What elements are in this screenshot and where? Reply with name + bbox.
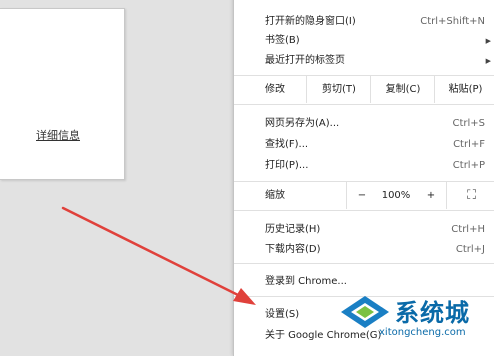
logo-mark-icon bbox=[341, 296, 389, 328]
logo-url-text: xitongcheng.com bbox=[379, 327, 466, 338]
logo-brand-text: 系统城 bbox=[395, 299, 470, 327]
watermark-logo: 系统城 xitongcheng.com bbox=[337, 290, 494, 347]
